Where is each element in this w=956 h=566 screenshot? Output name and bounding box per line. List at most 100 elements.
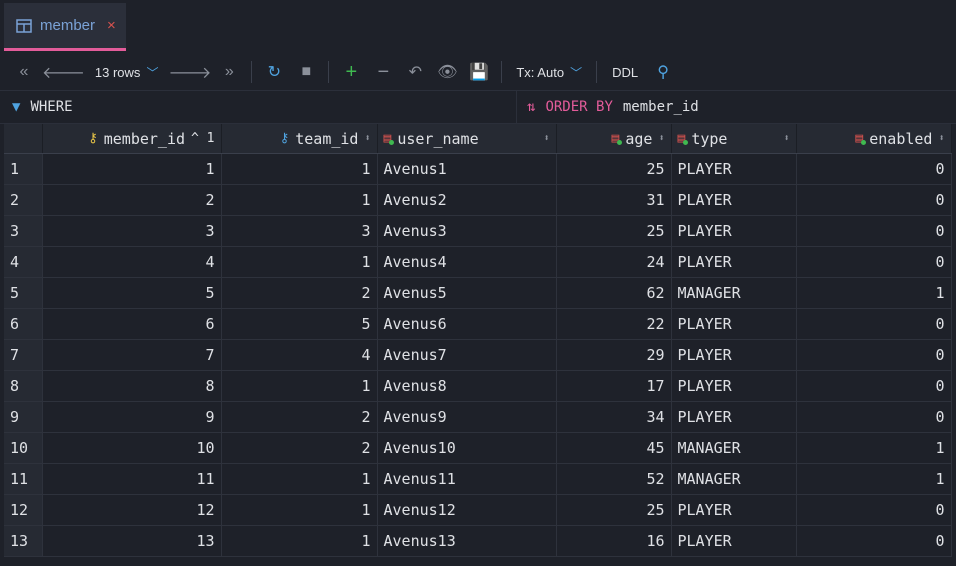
cell-team-id[interactable]: 5 [221, 308, 378, 340]
cell-age[interactable]: 62 [556, 277, 672, 309]
cell-team-id[interactable]: 1 [221, 463, 378, 495]
cell-member-id[interactable]: 13 [42, 525, 222, 557]
cell-age[interactable]: 25 [556, 494, 672, 526]
cell-enabled[interactable]: 0 [796, 370, 952, 402]
sort-toggle-icon[interactable]: ⬍ [658, 133, 664, 144]
sort-toggle-icon[interactable]: ⬍ [783, 133, 789, 144]
next-page-icon[interactable]: 🡒 [168, 58, 211, 86]
cell-age[interactable]: 29 [556, 339, 672, 371]
table-row[interactable]: 5 5 2 Avenus5 62 MANAGER 1 [4, 277, 952, 309]
cell-user-name[interactable]: Avenus12 [377, 494, 557, 526]
refresh-icon[interactable]: ↻ [260, 58, 288, 86]
cell-enabled[interactable]: 0 [796, 246, 952, 278]
cell-age[interactable]: 25 [556, 153, 672, 185]
cell-user-name[interactable]: Avenus6 [377, 308, 557, 340]
cell-user-name[interactable]: Avenus7 [377, 339, 557, 371]
ddl-button[interactable]: DDL [605, 58, 645, 86]
cell-enabled[interactable]: 0 [796, 153, 952, 185]
cell-team-id[interactable]: 1 [221, 494, 378, 526]
stop-icon[interactable]: ■ [292, 58, 320, 86]
cell-team-id[interactable]: 1 [221, 246, 378, 278]
cell-age[interactable]: 16 [556, 525, 672, 557]
table-row[interactable]: 3 3 3 Avenus3 25 PLAYER 0 [4, 215, 952, 247]
cell-member-id[interactable]: 1 [42, 153, 222, 185]
preview-icon[interactable]: 👁 [433, 58, 461, 86]
cell-user-name[interactable]: Avenus10 [377, 432, 557, 464]
cell-type[interactable]: PLAYER [671, 339, 797, 371]
column-header-type[interactable]: ▤ type ⬍ [671, 124, 797, 154]
last-page-icon[interactable]: » [215, 58, 243, 86]
sort-toggle-icon[interactable]: ⬍ [543, 133, 549, 144]
table-row[interactable]: 1 1 1 Avenus1 25 PLAYER 0 [4, 153, 952, 185]
table-row[interactable]: 9 9 2 Avenus9 34 PLAYER 0 [4, 401, 952, 433]
cell-team-id[interactable]: 1 [221, 184, 378, 216]
cell-enabled[interactable]: 0 [796, 494, 952, 526]
cell-enabled[interactable]: 0 [796, 184, 952, 216]
cell-team-id[interactable]: 1 [221, 370, 378, 402]
cell-age[interactable]: 34 [556, 401, 672, 433]
cell-member-id[interactable]: 9 [42, 401, 222, 433]
cell-user-name[interactable]: Avenus13 [377, 525, 557, 557]
cell-member-id[interactable]: 10 [42, 432, 222, 464]
cell-member-id[interactable]: 3 [42, 215, 222, 247]
cell-user-name[interactable]: Avenus3 [377, 215, 557, 247]
sort-ascending-indicator[interactable]: ^ 1 [191, 131, 214, 146]
sort-toggle-icon[interactable]: ⬍ [364, 133, 370, 144]
cell-enabled[interactable]: 0 [796, 525, 952, 557]
cell-enabled[interactable]: 0 [796, 339, 952, 371]
cell-user-name[interactable]: Avenus11 [377, 463, 557, 495]
table-row[interactable]: 12 12 1 Avenus12 25 PLAYER 0 [4, 494, 952, 526]
cell-age[interactable]: 45 [556, 432, 672, 464]
table-row[interactable]: 11 11 1 Avenus11 52 MANAGER 1 [4, 463, 952, 495]
cell-type[interactable]: PLAYER [671, 494, 797, 526]
revert-icon[interactable]: ↶ [401, 58, 429, 86]
cell-member-id[interactable]: 4 [42, 246, 222, 278]
sort-toggle-icon[interactable]: ⬍ [938, 133, 944, 144]
close-tab-icon[interactable]: × [107, 17, 116, 34]
cell-member-id[interactable]: 12 [42, 494, 222, 526]
submit-icon[interactable]: 💾 [465, 58, 493, 86]
cell-user-name[interactable]: Avenus4 [377, 246, 557, 278]
cell-member-id[interactable]: 2 [42, 184, 222, 216]
tab-member[interactable]: member × [4, 3, 126, 51]
cell-member-id[interactable]: 11 [42, 463, 222, 495]
cell-age[interactable]: 17 [556, 370, 672, 402]
cell-team-id[interactable]: 2 [221, 277, 378, 309]
cell-team-id[interactable]: 2 [221, 401, 378, 433]
add-row-icon[interactable]: + [337, 58, 365, 86]
cell-member-id[interactable]: 7 [42, 339, 222, 371]
cell-team-id[interactable]: 1 [221, 153, 378, 185]
previous-page-icon[interactable]: 🡐 [42, 58, 85, 86]
table-row[interactable]: 2 2 1 Avenus2 31 PLAYER 0 [4, 184, 952, 216]
rows-count-dropdown[interactable]: 13 rows ﹀ [89, 58, 165, 86]
cell-team-id[interactable]: 4 [221, 339, 378, 371]
cell-type[interactable]: PLAYER [671, 401, 797, 433]
delete-row-icon[interactable]: − [369, 58, 397, 86]
cell-enabled[interactable]: 0 [796, 308, 952, 340]
table-row[interactable]: 7 7 4 Avenus7 29 PLAYER 0 [4, 339, 952, 371]
cell-enabled[interactable]: 1 [796, 277, 952, 309]
cell-type[interactable]: PLAYER [671, 246, 797, 278]
column-header-enabled[interactable]: ▤ enabled ⬍ [796, 124, 952, 154]
table-row[interactable]: 8 8 1 Avenus8 17 PLAYER 0 [4, 370, 952, 402]
cell-type[interactable]: MANAGER [671, 277, 797, 309]
cell-team-id[interactable]: 2 [221, 432, 378, 464]
cell-age[interactable]: 22 [556, 308, 672, 340]
cell-enabled[interactable]: 1 [796, 463, 952, 495]
table-row[interactable]: 13 13 1 Avenus13 16 PLAYER 0 [4, 525, 952, 557]
cell-user-name[interactable]: Avenus9 [377, 401, 557, 433]
cell-enabled[interactable]: 0 [796, 401, 952, 433]
column-header-team-id[interactable]: ⚷ team_id ⬍ [221, 124, 378, 154]
cell-type[interactable]: PLAYER [671, 525, 797, 557]
table-row[interactable]: 10 10 2 Avenus10 45 MANAGER 1 [4, 432, 952, 464]
cell-enabled[interactable]: 0 [796, 215, 952, 247]
cell-type[interactable]: PLAYER [671, 215, 797, 247]
cell-user-name[interactable]: Avenus8 [377, 370, 557, 402]
cell-user-name[interactable]: Avenus1 [377, 153, 557, 185]
cell-age[interactable]: 25 [556, 215, 672, 247]
cell-user-name[interactable]: Avenus5 [377, 277, 557, 309]
table-row[interactable]: 4 4 1 Avenus4 24 PLAYER 0 [4, 246, 952, 278]
cell-type[interactable]: PLAYER [671, 308, 797, 340]
cell-age[interactable]: 31 [556, 184, 672, 216]
cell-type[interactable]: MANAGER [671, 463, 797, 495]
